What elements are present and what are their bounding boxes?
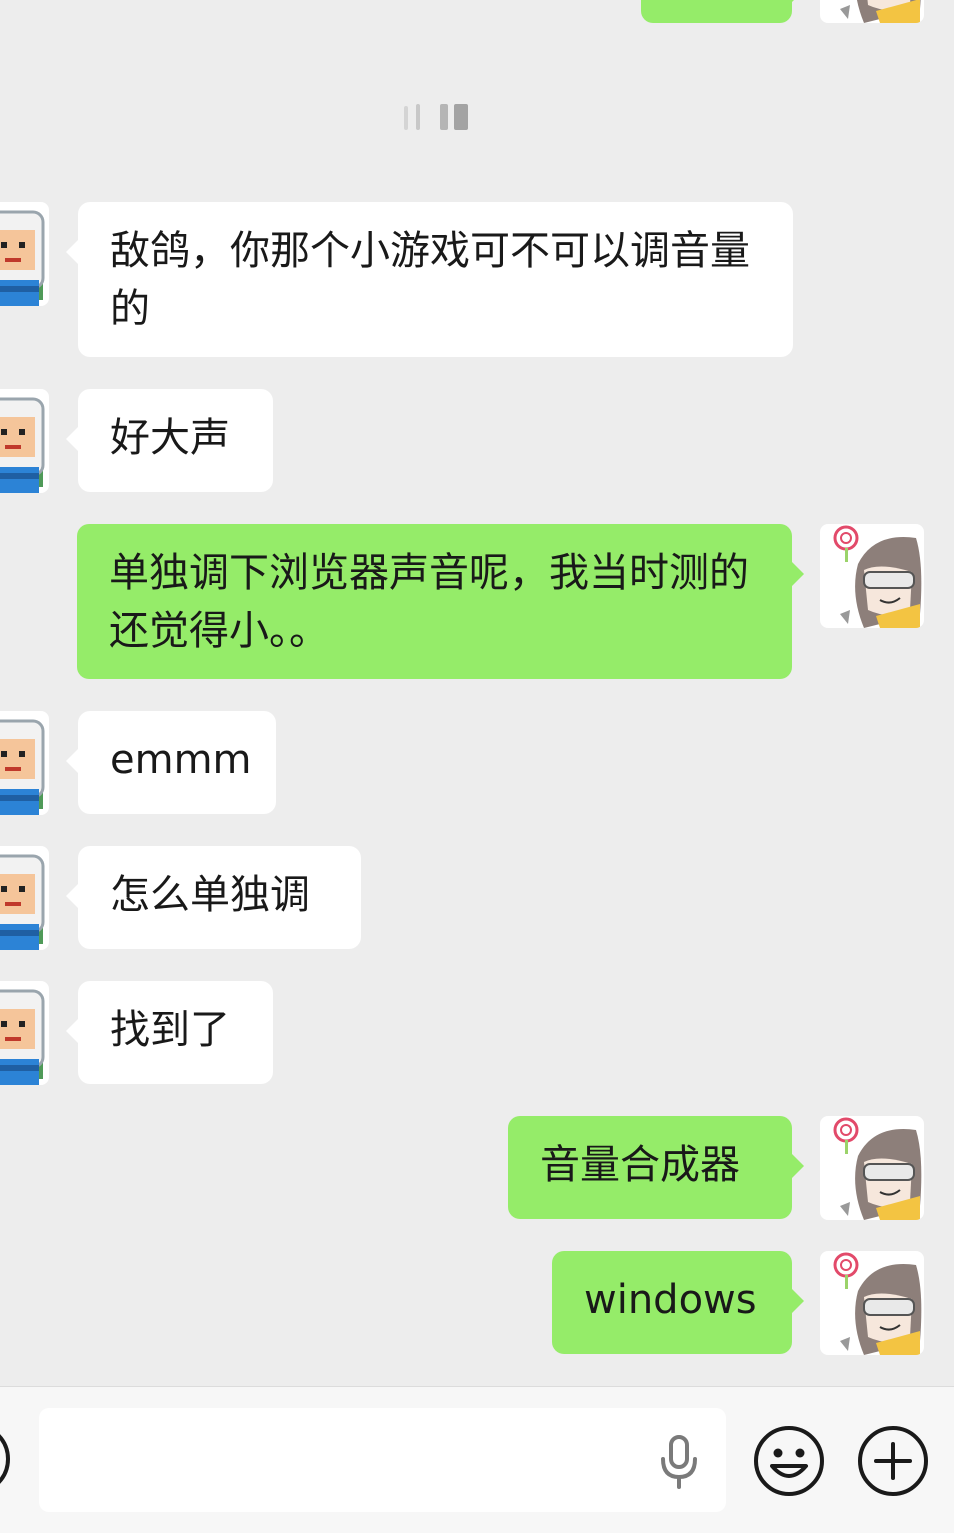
message-bubble-outgoing[interactable]: 单独调下浏览器声音呢，我当时测的还觉得小。。 [77, 524, 804, 679]
avatar-contact[interactable] [0, 389, 49, 493]
avatar-contact[interactable] [0, 981, 49, 1085]
loading-indicator [400, 100, 472, 132]
message-bubble-outgoing[interactable]: windows [552, 1251, 804, 1354]
message-bubble-incoming[interactable]: 好大声 [66, 389, 273, 492]
plus-icon[interactable] [856, 1424, 930, 1498]
message-text: 好大声 [110, 415, 230, 461]
avatar-self[interactable] [820, 1116, 924, 1220]
avatar-contact[interactable] [0, 846, 49, 950]
avatar-contact[interactable] [0, 711, 49, 815]
voice-toggle-icon[interactable] [0, 1428, 12, 1490]
message-text: 音量合成器 [540, 1142, 740, 1188]
message-text: emmm [110, 737, 252, 783]
message-text: 找到了 [110, 1007, 230, 1053]
message-bubble-outgoing[interactable] [641, 0, 804, 23]
message-text: 怎么单独调 [110, 872, 310, 918]
message-bubble-incoming[interactable]: 敌鸽，你那个小游戏可不可以调音量的 [66, 202, 793, 357]
message-bubble-outgoing[interactable]: 音量合成器 [508, 1116, 804, 1219]
microphone-icon[interactable] [655, 1433, 703, 1489]
avatar-self[interactable] [820, 1251, 924, 1355]
message-text: 单独调下浏览器声音呢，我当时测的还觉得小。。 [109, 550, 749, 654]
avatar-self[interactable] [820, 0, 924, 23]
chat-area[interactable]: 敌鸽，你那个小游戏可不可以调音量的 好大声 单独调下浏览器声音呢，我当时测的还觉… [0, 0, 954, 1386]
emoji-icon[interactable] [752, 1424, 826, 1498]
message-bubble-incoming[interactable]: 怎么单独调 [66, 846, 361, 949]
message-input[interactable] [39, 1408, 726, 1512]
avatar-self[interactable] [820, 524, 924, 628]
message-text: 敌鸽，你那个小游戏可不可以调音量的 [110, 228, 750, 332]
message-bubble-incoming[interactable]: 找到了 [66, 981, 273, 1084]
message-text: windows [584, 1277, 757, 1323]
avatar-contact[interactable] [0, 202, 49, 306]
message-bubble-incoming[interactable]: emmm [66, 711, 276, 814]
